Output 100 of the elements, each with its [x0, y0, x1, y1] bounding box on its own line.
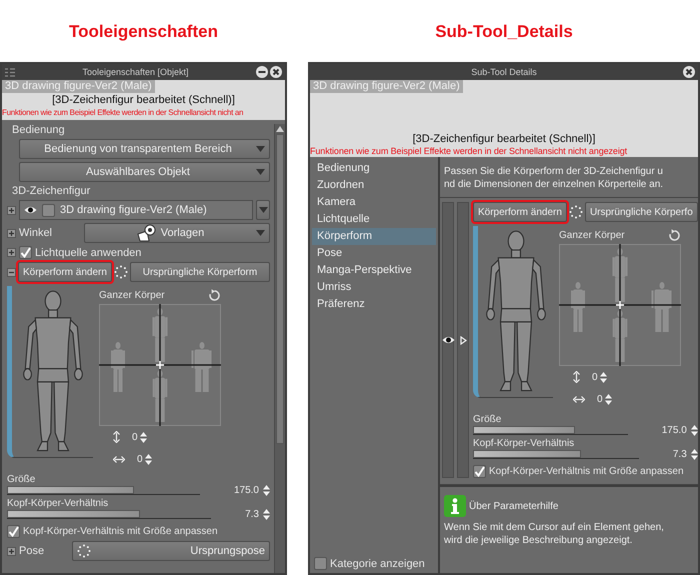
dotted-circle-icon [77, 544, 91, 558]
checkbox[interactable] [473, 465, 486, 478]
reset-icon[interactable] [668, 228, 681, 242]
section-label: 3D-Zeichenfigur [11, 185, 92, 197]
slider-label: Größe [7, 474, 36, 485]
section-label: Bedienung [11, 124, 66, 136]
reset-body-shape-button[interactable]: Ursprüngliche Körperfo [584, 202, 698, 222]
category-item[interactable]: Präferenz [312, 296, 436, 313]
spin-icon[interactable] [600, 372, 607, 382]
slider-value: 175.0 [234, 485, 259, 496]
layer-name: 3D drawing figure-Ver2 (Male) [60, 204, 207, 216]
checkbox[interactable] [42, 204, 55, 216]
dropdown[interactable]: Auswählbares Objekt [19, 162, 270, 182]
category-item[interactable]: Manga-Perspektive [312, 262, 436, 279]
dropdown-arrow-icon [256, 146, 265, 152]
status-text: [3D-Zeichenfigur bearbeitet (Schnell)] [412, 132, 596, 146]
slider-track[interactable] [7, 510, 212, 519]
checkbox-label: Kategorie anzeigen [330, 558, 425, 570]
slider-label: Kopf-Körper-Verhältnis [473, 438, 576, 449]
warning-text: Funktionen wie zum Beispiel Effekte werden in der Schnellansicht nicht angezeigt [310, 146, 628, 157]
mannequin-drawing[interactable] [486, 230, 546, 392]
figure-name: 3D drawing figure-Ver2 (Male) [310, 80, 463, 93]
reset-icon[interactable] [208, 288, 221, 302]
spin-icon[interactable] [263, 509, 270, 520]
category-item[interactable]: Pose [312, 245, 436, 262]
panel-menu-icon[interactable] [5, 68, 15, 76]
slider-fill[interactable] [7, 486, 134, 494]
dropdown-button[interactable] [256, 200, 270, 220]
window-title: Sub-Tool Details [471, 67, 537, 77]
category-item[interactable]: Zuordnen [312, 177, 436, 194]
close-icon[interactable] [270, 66, 282, 78]
help-title: Über Parameterhilfe [469, 500, 558, 512]
reset-body-shape-button[interactable]: Ursprüngliche Körperform [130, 262, 270, 282]
preset-label: Ganzer Körper [559, 230, 625, 240]
window-title: Tooleigenschaften [Objekt] [82, 67, 189, 77]
checkbox-label: Kopf-Körper-Verhältnis mit Größe anpassen [23, 526, 218, 537]
slider-value: 7.3 [672, 449, 687, 460]
category-item[interactable]: Körperform [312, 228, 436, 245]
slider-track[interactable] [7, 486, 200, 495]
expand-icon[interactable] [7, 546, 16, 556]
checkbox-label: Lichtquelle anwenden [35, 246, 142, 258]
dropdown-arrow-icon [258, 207, 268, 213]
minimize-icon[interactable] [256, 66, 268, 78]
change-body-shape-button[interactable]: Körperform ändern [473, 202, 567, 222]
checkbox[interactable] [314, 557, 327, 570]
dotted-circle-icon [114, 265, 128, 279]
slider-fill[interactable] [473, 426, 576, 434]
body-shape-pad[interactable] [99, 304, 221, 426]
mannequin-drawing[interactable] [22, 290, 82, 452]
description-text: Passen Sie die Körperform der 3D-Zeichenfigur u nd die Dimensionen der einzelnen Körperteile an. [443, 165, 664, 192]
checkbox[interactable] [19, 246, 32, 259]
slider-track[interactable] [473, 426, 628, 435]
vertical-arrow-icon [113, 431, 120, 443]
slider-label: Kopf-Körper-Verhältnis [7, 498, 110, 509]
dotted-circle-icon [568, 205, 583, 219]
category-item[interactable]: Kamera [312, 194, 436, 211]
expand-icon[interactable] [7, 228, 16, 238]
category-item[interactable]: Umriss [312, 279, 436, 296]
slider-fill[interactable] [473, 450, 581, 458]
collapse-icon[interactable] [7, 268, 16, 276]
slider-value: 175.0 [662, 425, 687, 436]
vertical-value: 0 [132, 432, 138, 442]
spin-icon[interactable] [263, 485, 270, 496]
vertical-arrow-icon [573, 371, 580, 383]
checkbox[interactable] [7, 525, 20, 538]
category-item[interactable]: Bedienung [312, 160, 436, 177]
dropdown-arrow-icon [256, 230, 265, 236]
body-shape-pad[interactable] [559, 244, 681, 366]
eye-icon[interactable] [24, 206, 37, 214]
preset-label: Ganzer Körper [99, 290, 165, 300]
spin-icon[interactable] [690, 449, 698, 460]
figure-layer-item[interactable]: 3D drawing figure-Ver2 (Male) [19, 200, 253, 220]
horizontal-arrow-icon [573, 396, 585, 402]
spin-icon[interactable] [144, 454, 152, 464]
templates-dropdown[interactable]: Vorlagen [84, 223, 270, 243]
scroll-up-icon[interactable] [276, 126, 284, 132]
eye-icon[interactable] [442, 336, 454, 344]
expand-arrow-icon[interactable] [460, 336, 466, 344]
horizontal-arrow-icon [113, 456, 125, 462]
change-body-shape-button[interactable]: Körperform ändern [18, 262, 112, 282]
horizontal-value: 0 [597, 394, 603, 404]
angle-label: Winkel [19, 227, 54, 239]
scrollbar[interactable] [274, 124, 285, 573]
panel-caption: Sub-Tool_Details [435, 22, 573, 42]
expand-icon[interactable] [7, 248, 16, 257]
slider-fill[interactable] [7, 510, 140, 518]
help-text: Wenn Sie mit dem Cursor auf ein Element gehen, wird die jeweilige Beschreibung angezeigt. [444, 521, 665, 547]
slider-label: Größe [473, 414, 502, 425]
spin-icon[interactable] [604, 394, 612, 404]
close-icon[interactable] [683, 66, 695, 78]
category-item[interactable]: Lichtquelle [312, 211, 436, 228]
slider-value: 7.3 [245, 509, 259, 520]
panel-caption: Tooleigenschaften [69, 22, 218, 42]
spin-icon[interactable] [690, 425, 698, 436]
dropdown-arrow-icon [256, 169, 265, 175]
expand-icon[interactable] [7, 206, 16, 214]
slider-track[interactable] [473, 450, 639, 459]
spin-icon[interactable] [140, 432, 147, 442]
reset-pose-button[interactable]: Ursprungspose [72, 541, 270, 561]
dropdown[interactable]: Bedienung von transparentem Bereich [19, 139, 270, 159]
